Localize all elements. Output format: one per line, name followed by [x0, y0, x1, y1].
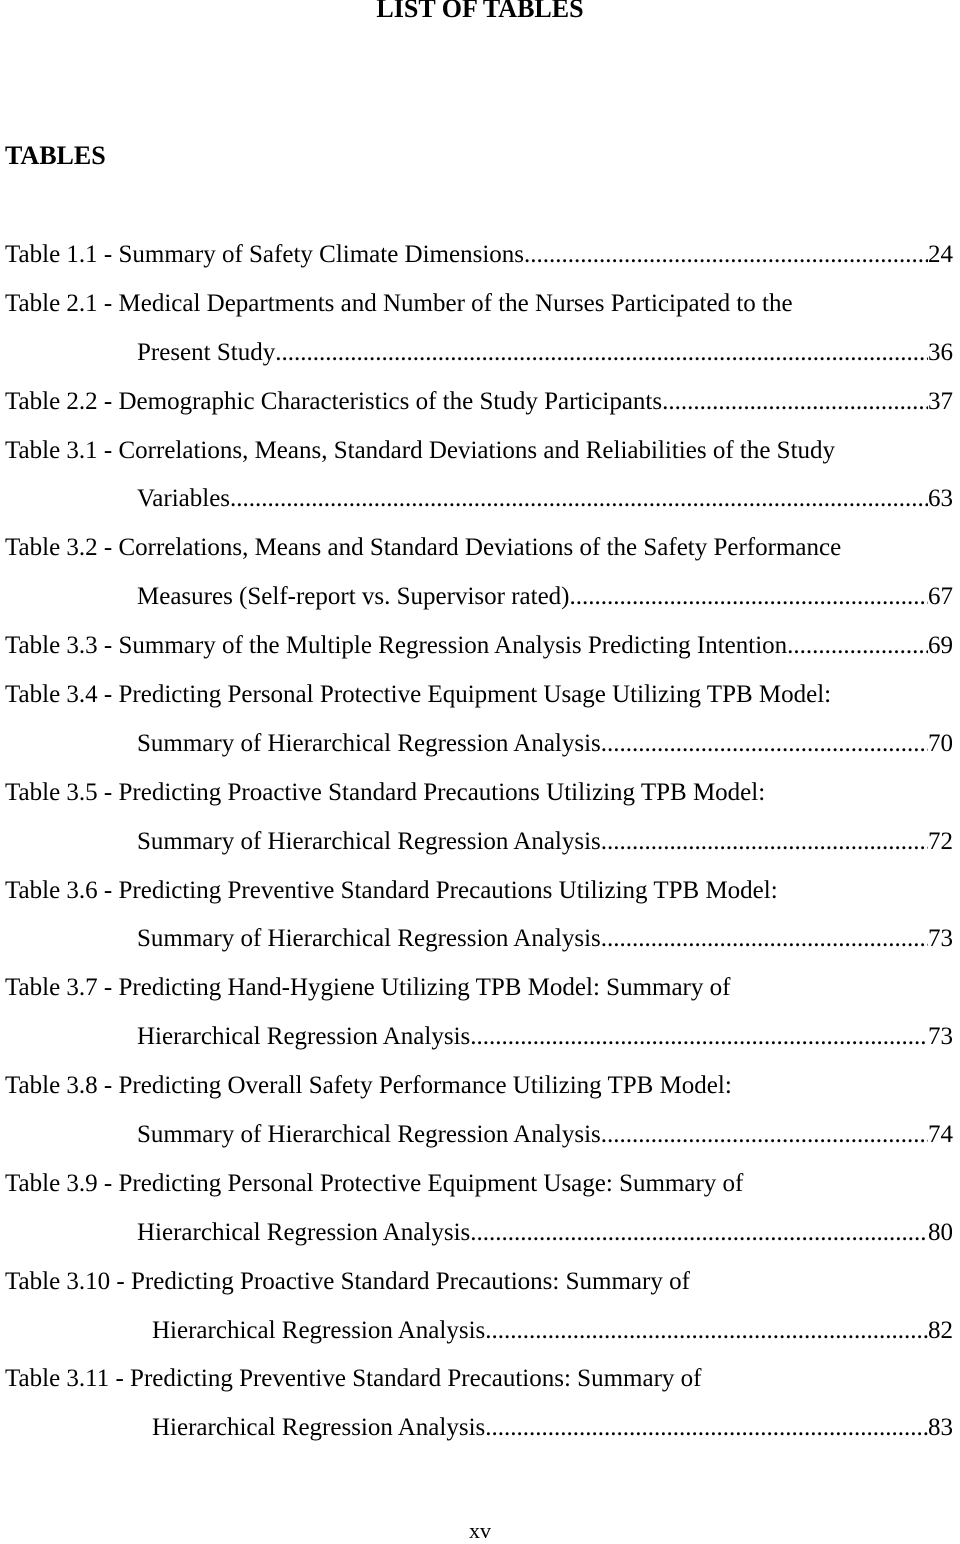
entry-page-number: 36: [928, 338, 953, 366]
list-entry-line: Table 3.4 - Predicting Personal Protecti…: [5, 678, 953, 727]
list-entry-line: Summary of Hierarchical Regression Analy…: [5, 1118, 953, 1167]
list-entry-line: Hierarchical Regression Analysis........…: [5, 1216, 953, 1265]
entry-title: Table 3.10 - Predicting Proactive Standa…: [5, 1267, 690, 1295]
list-entry-line: Table 2.2 - Demographic Characteristics …: [5, 385, 953, 434]
list-entry-line: Table 2.1 - Medical Departments and Numb…: [5, 287, 953, 336]
entry-title-continued: Variables: [137, 485, 231, 513]
entry-title: Table 3.9 - Predicting Personal Protecti…: [5, 1169, 744, 1197]
dot-leader: ........................................…: [787, 632, 928, 660]
dot-leader: ........................................…: [485, 1414, 928, 1442]
dot-leader: ........................................…: [230, 485, 928, 513]
list-entry-line: Hierarchical Regression Analysis........…: [5, 1314, 953, 1363]
entry-title: Table 2.2 - Demographic Characteristics …: [5, 387, 663, 415]
list-entry-line: Table 3.8 - Predicting Overall Safety Pe…: [5, 1069, 953, 1118]
entry-title-continued: Hierarchical Regression Analysis: [137, 1023, 471, 1051]
list-entry-line: Variables...............................…: [5, 482, 953, 531]
entry-title: Table 3.6 - Predicting Preventive Standa…: [5, 876, 778, 904]
entry-title-continued: Hierarchical Regression Analysis: [152, 1316, 486, 1344]
entry-page-number: 72: [928, 827, 953, 855]
entry-page-number: 83: [928, 1414, 953, 1442]
dot-leader: ........................................…: [569, 583, 928, 611]
dot-leader: ........................................…: [485, 1316, 928, 1344]
entry-page-number: 24: [928, 241, 953, 268]
dot-leader: ........................................…: [600, 925, 928, 953]
entry-page-number: 73: [928, 1023, 953, 1051]
entry-title: Table 3.4 - Predicting Personal Protecti…: [5, 681, 832, 709]
entry-title-continued: Summary of Hierarchical Regression Analy…: [137, 729, 601, 757]
entry-page-number: 82: [928, 1316, 953, 1344]
list-entry-line: Table 3.5 - Predicting Proactive Standar…: [5, 776, 953, 825]
entry-title: Table 2.1 - Medical Departments and Numb…: [5, 289, 793, 317]
entry-title-continued: Measures (Self-report vs. Supervisor rat…: [137, 583, 570, 611]
page-title: LIST OF TABLES: [376, 0, 584, 23]
entry-title: Table 3.2 - Correlations, Means and Stan…: [5, 534, 842, 562]
entry-page-number: 73: [928, 925, 953, 953]
table-list: Table 1.1 - Summary of Safety Climate Di…: [5, 238, 953, 1460]
entry-page-number: 67: [928, 583, 953, 611]
entry-page-number: 69: [928, 632, 953, 660]
list-entry-line: Hierarchical Regression Analysis........…: [5, 1020, 953, 1069]
entry-page-number: 63: [928, 485, 953, 513]
list-entry-line: Table 3.1 - Correlations, Means, Standar…: [5, 434, 953, 483]
entry-title: Table 1.1 - Summary of Safety Climate Di…: [5, 241, 524, 268]
entry-title: Table 3.3 - Summary of the Multiple Regr…: [5, 632, 788, 660]
section-heading: TABLES: [5, 141, 106, 170]
list-entry-line: Table 3.2 - Correlations, Means and Stan…: [5, 531, 953, 580]
entry-title: Table 3.11 - Predicting Preventive Stand…: [5, 1365, 702, 1393]
dot-leader: ........................................…: [600, 729, 928, 757]
list-entry-line: Hierarchical Regression Analysis........…: [5, 1411, 953, 1460]
entry-page-number: 37: [928, 387, 953, 415]
list-entry-line: Table 3.11 - Predicting Preventive Stand…: [5, 1362, 953, 1411]
list-entry-line: Table 3.9 - Predicting Personal Protecti…: [5, 1167, 953, 1216]
list-entry-line: Measures (Self-report vs. Supervisor rat…: [5, 580, 953, 629]
list-entry-line: Summary of Hierarchical Regression Analy…: [5, 727, 953, 776]
entry-title-continued: Summary of Hierarchical Regression Analy…: [137, 925, 601, 953]
list-entry-line: Summary of Hierarchical Regression Analy…: [5, 922, 953, 971]
dot-leader: ........................................…: [524, 241, 928, 268]
entry-title-continued: Summary of Hierarchical Regression Analy…: [137, 1121, 601, 1149]
list-entry-line: Table 3.3 - Summary of the Multiple Regr…: [5, 629, 953, 678]
list-entry-line: Table 3.7 - Predicting Hand-Hygiene Util…: [5, 971, 953, 1020]
dot-leader: ........................................…: [470, 1023, 928, 1051]
entry-title-continued: Present Study: [137, 338, 276, 366]
list-entry-line: Present Study...........................…: [5, 336, 953, 385]
dot-leader: ........................................…: [662, 387, 928, 415]
entry-title: Table 3.8 - Predicting Overall Safety Pe…: [5, 1072, 732, 1100]
dot-leader: ........................................…: [275, 338, 928, 366]
dot-leader: ........................................…: [600, 1121, 928, 1149]
list-entry-line: Summary of Hierarchical Regression Analy…: [5, 825, 953, 874]
entry-page-number: 70: [928, 729, 953, 757]
entry-title: Table 3.1 - Correlations, Means, Standar…: [5, 436, 836, 464]
dot-leader: ........................................…: [470, 1218, 928, 1246]
entry-title-continued: Summary of Hierarchical Regression Analy…: [137, 827, 601, 855]
list-entry-line: Table 1.1 - Summary of Safety Climate Di…: [5, 238, 953, 287]
entry-title-continued: Hierarchical Regression Analysis: [137, 1218, 471, 1246]
entry-title-continued: Hierarchical Regression Analysis: [152, 1414, 486, 1442]
entry-page-number: 80: [928, 1218, 953, 1246]
dot-leader: ........................................…: [600, 827, 928, 855]
entry-page-number: 74: [928, 1121, 953, 1149]
entry-title: Table 3.7 - Predicting Hand-Hygiene Util…: [5, 974, 731, 1002]
list-entry-line: Table 3.6 - Predicting Preventive Standa…: [5, 874, 953, 923]
entry-title: Table 3.5 - Predicting Proactive Standar…: [5, 778, 766, 806]
list-entry-line: Table 3.10 - Predicting Proactive Standa…: [5, 1265, 953, 1314]
page-number: xv: [469, 1518, 491, 1543]
